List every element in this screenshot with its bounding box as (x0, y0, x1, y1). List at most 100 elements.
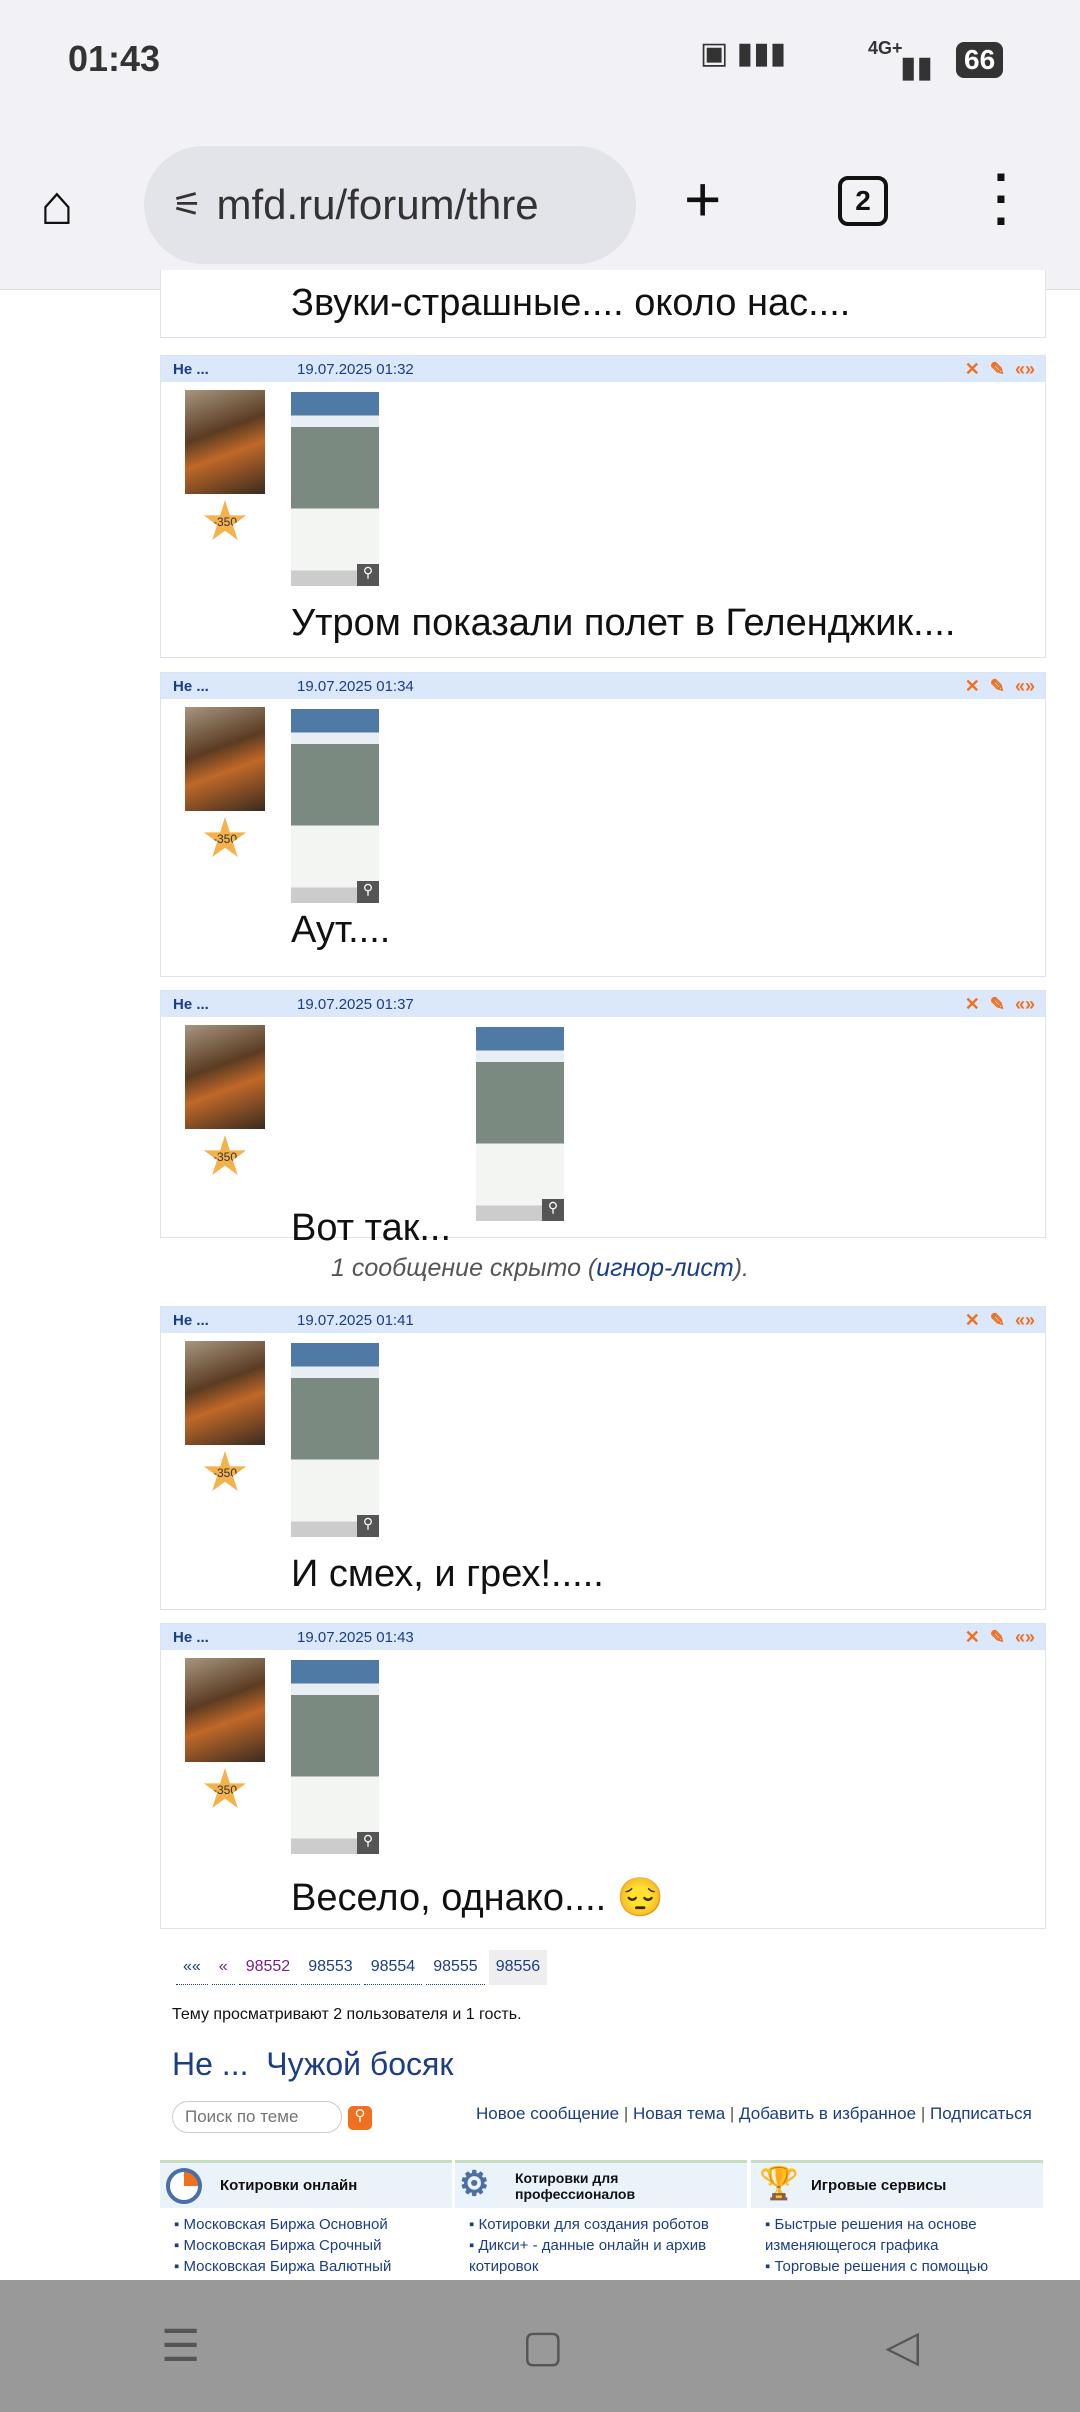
edit-icon[interactable]: ✎ (990, 676, 1005, 697)
delete-icon[interactable]: ✕ (965, 1310, 980, 1331)
edit-icon[interactable]: ✎ (990, 359, 1005, 380)
attached-image[interactable]: ⚲ (291, 709, 379, 903)
edit-icon[interactable]: ✎ (990, 994, 1005, 1015)
back-icon[interactable]: ◁ (885, 2321, 919, 2372)
post-author[interactable]: Не ... (161, 996, 297, 1013)
page-first[interactable]: «« (176, 1950, 208, 1985)
recents-icon[interactable]: ☰ (161, 2321, 200, 2372)
avatar[interactable] (185, 1025, 265, 1129)
post-author[interactable]: Не ... (161, 678, 297, 695)
zoom-icon[interactable]: ⚲ (542, 1199, 564, 1221)
site-settings-icon[interactable]: ⚟ (172, 185, 202, 225)
viewers-text: Тему просматривают 2 пользователя и 1 го… (172, 2006, 522, 2023)
page-link[interactable]: 98555 (426, 1950, 485, 1985)
home-nav-icon[interactable]: ▢ (522, 2321, 564, 2372)
avatar[interactable] (185, 1341, 265, 1445)
trophy-icon: 🏆 (759, 2165, 799, 2201)
page-prev[interactable]: « (211, 1950, 235, 1985)
delete-icon[interactable]: ✕ (965, 994, 980, 1015)
box-link[interactable]: Московская Биржа Основной (174, 2214, 452, 2235)
rating-star: -350 (203, 500, 247, 541)
subscribe-link[interactable]: Подписаться (930, 2104, 1032, 2123)
topic-name: Чужой босяк (266, 2046, 454, 2082)
forum-post: Не ... 19.07.2025 01:43 ✕ ✎ «» -350 ⚲ Весело… (160, 1623, 1046, 1929)
status-bar: 01:43 ▣ ▮▮▮ 4G+ ▮▮ 66 (0, 0, 1080, 112)
post-header: Не ... 19.07.2025 01:32 ✕ ✎ «» (161, 356, 1045, 382)
system-nav-bar: ☰ ▢ ◁ (0, 2280, 1080, 2412)
url-text: mfd.ru/forum/thre (216, 181, 539, 228)
post-text: Аут.... (291, 909, 391, 951)
gears-icon: ⚙ (459, 2165, 490, 2203)
avatar[interactable] (185, 707, 265, 811)
menu-icon[interactable]: · · · (994, 152, 1011, 246)
attached-image[interactable]: ⚲ (291, 392, 379, 586)
topic-author[interactable]: Не ... (172, 2046, 248, 2082)
attached-image[interactable]: ⚲ (291, 1660, 379, 1854)
zoom-icon[interactable]: ⚲ (357, 1832, 379, 1854)
post-author[interactable]: Не ... (161, 1312, 297, 1329)
zoom-icon[interactable]: ⚲ (357, 1515, 379, 1537)
pagination: «« « 98552 98553 98554 98555 98556 (176, 1950, 551, 1985)
box-link[interactable]: Московская Биржа Срочный (174, 2235, 452, 2256)
post-text: Утром показали полет в Геленджик.... (291, 602, 956, 644)
post-author[interactable]: Не ... (161, 361, 297, 378)
box-link[interactable]: Московская Биржа Валютный (174, 2256, 452, 2277)
post-header: Не ... 19.07.2025 01:34 ✕ ✎ «» (161, 673, 1045, 699)
url-bar[interactable]: ⚟ mfd.ru/forum/thre (144, 146, 636, 264)
box-link[interactable]: Котировки для создания роботов (469, 2214, 747, 2235)
new-topic-link[interactable]: Новая тема (633, 2104, 725, 2123)
rating-star: -350 (203, 1451, 247, 1492)
attached-image[interactable]: ⚲ (476, 1027, 564, 1221)
nfc-volte-icons: ▣ ▮▮▮ (700, 37, 787, 70)
tab-switcher-button[interactable]: 2 (838, 176, 888, 226)
delete-icon[interactable]: ✕ (965, 1627, 980, 1648)
post-date: 19.07.2025 01:32 (297, 360, 414, 378)
edit-icon[interactable]: ✎ (990, 1627, 1005, 1648)
page-link[interactable]: 98554 (363, 1950, 423, 1985)
topic-search-input[interactable] (172, 2101, 342, 2133)
post-date: 19.07.2025 01:43 (297, 1628, 414, 1646)
post-author[interactable]: Не ... (161, 1629, 297, 1646)
quote-icon[interactable]: «» (1015, 1310, 1035, 1331)
post-date: 19.07.2025 01:37 (297, 995, 414, 1013)
box-pro-quotes: ⚙Котировки для профессионалов Котировки … (455, 2160, 747, 2277)
post-header: Не ... 19.07.2025 01:43 ✕ ✎ «» (161, 1624, 1045, 1650)
search-button[interactable]: ⚲ (348, 2106, 372, 2130)
page-current: 98556 (488, 1950, 548, 1985)
forum-post: Не ... 19.07.2025 01:41 ✕ ✎ «» -350 ⚲ И смех… (160, 1306, 1046, 1610)
delete-icon[interactable]: ✕ (965, 676, 980, 697)
quote-icon[interactable]: «» (1015, 1627, 1035, 1648)
post-date: 19.07.2025 01:41 (297, 1311, 414, 1329)
clock: 01:43 (68, 38, 161, 79)
quote-icon[interactable]: «» (1015, 359, 1035, 380)
ignore-list-link[interactable]: игнор-лист (596, 1254, 733, 1282)
zoom-icon[interactable]: ⚲ (357, 564, 379, 586)
delete-icon[interactable]: ✕ (965, 359, 980, 380)
post-text: Звуки-страшные.... около нас.... (291, 282, 851, 324)
network-type: 4G+ (868, 38, 903, 58)
attached-image[interactable]: ⚲ (291, 1343, 379, 1537)
topic-title: Не ... Чужой босяк (172, 2046, 453, 2083)
page-link[interactable]: 98552 (238, 1950, 298, 1985)
quote-icon[interactable]: «» (1015, 994, 1035, 1015)
home-icon[interactable]: ⌂ (40, 172, 74, 237)
box-link[interactable]: Торговые решения с помощью (765, 2256, 1043, 2277)
box-link[interactable]: Быстрые решения на основе изменяющегося … (765, 2214, 1043, 2256)
post-header: Не ... 19.07.2025 01:37 ✕ ✎ «» (161, 991, 1045, 1017)
post-header: Не ... 19.07.2025 01:41 ✕ ✎ «» (161, 1307, 1045, 1333)
avatar[interactable] (185, 390, 265, 494)
post-text: Вот так... (291, 1207, 452, 1249)
box-link[interactable]: Дикси+ - данные онлайн и архив котировок (469, 2235, 747, 2277)
avatar[interactable] (185, 1658, 265, 1762)
new-message-link[interactable]: Новое сообщение (476, 2104, 619, 2123)
post-text: Весело, однако.... 😔 (291, 1877, 665, 1919)
new-tab-icon[interactable]: + (684, 162, 721, 236)
hidden-notice: 1 сообщение скрыто (игнор-лист). (331, 1254, 749, 1282)
page-link[interactable]: 98553 (301, 1950, 360, 1985)
quote-icon[interactable]: «» (1015, 676, 1035, 697)
topic-actions: Новое сообщение | Новая тема | Добавить … (476, 2104, 1032, 2123)
edit-icon[interactable]: ✎ (990, 1310, 1005, 1331)
rating-star: -350 (203, 1768, 247, 1809)
add-favorite-link[interactable]: Добавить в избранное (739, 2104, 916, 2123)
zoom-icon[interactable]: ⚲ (357, 881, 379, 903)
